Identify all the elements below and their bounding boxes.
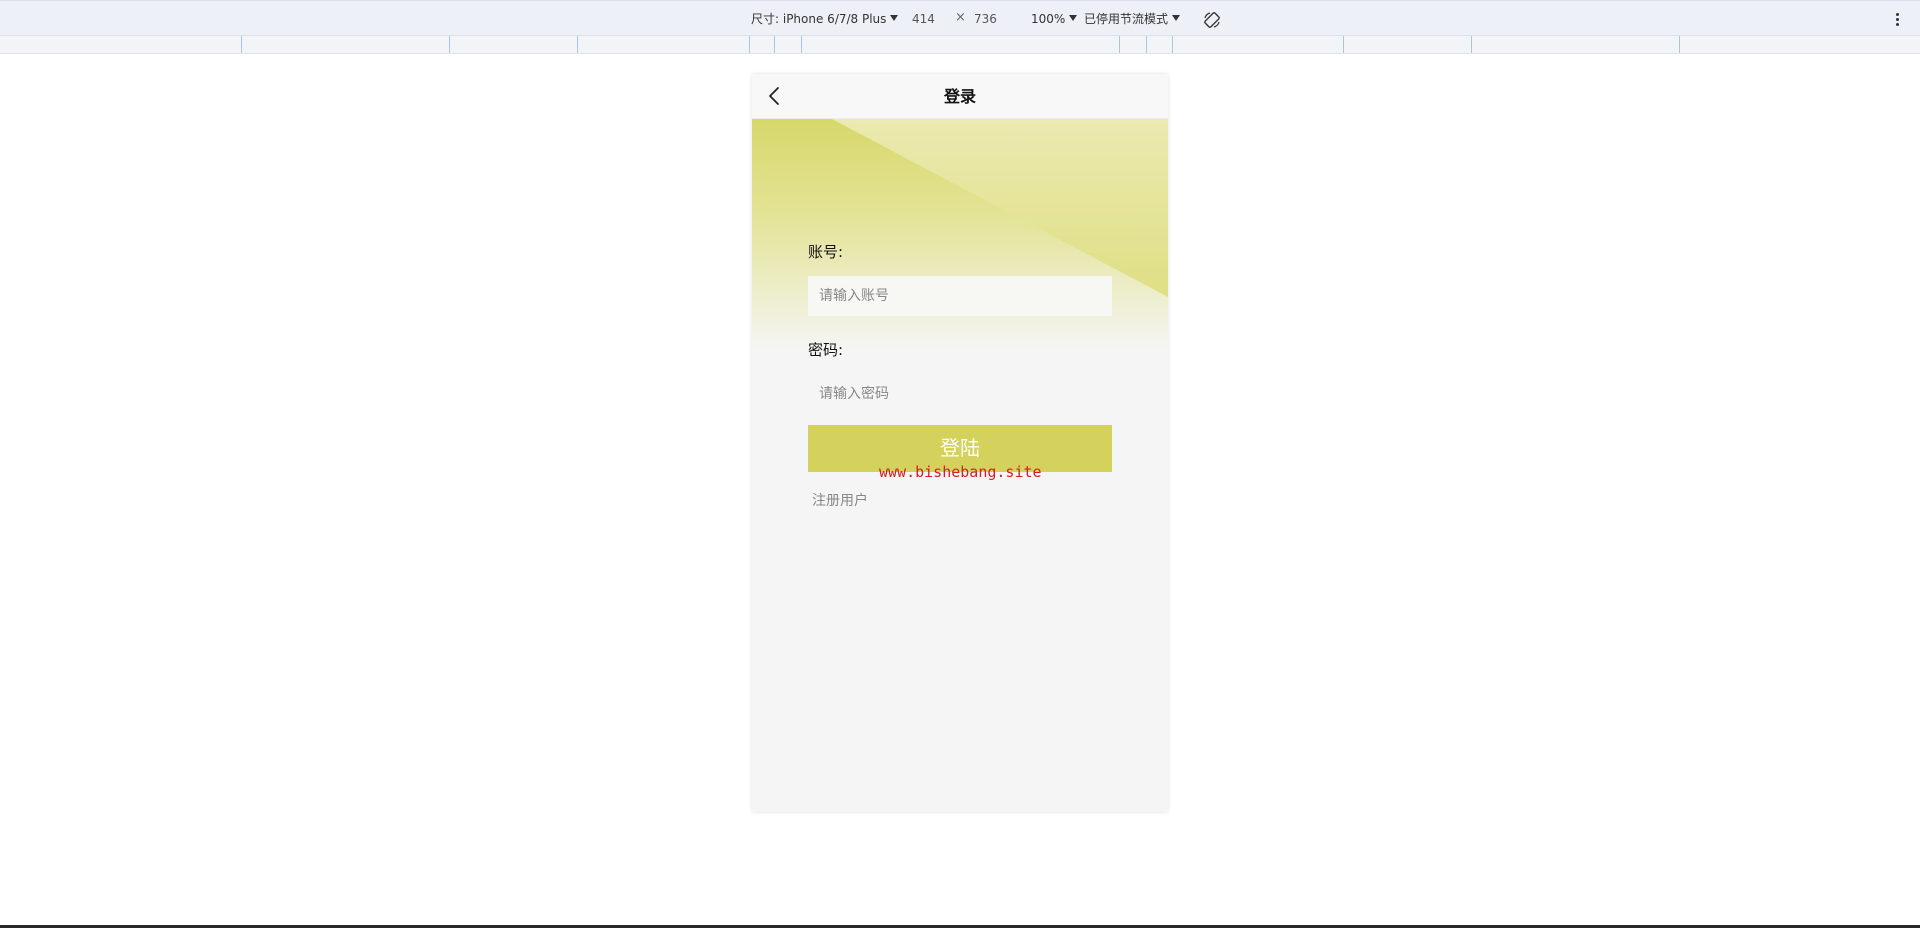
account-input[interactable] bbox=[808, 276, 1112, 316]
password-input[interactable] bbox=[808, 374, 1112, 414]
chevron-down-icon bbox=[1069, 15, 1078, 21]
rotate-icon[interactable] bbox=[1203, 11, 1221, 29]
throttle-select[interactable]: 已停用节流模式 bbox=[1084, 11, 1181, 27]
password-label: 密码: bbox=[808, 341, 844, 359]
zoom-label: 100% bbox=[1031, 12, 1066, 26]
chevron-down-icon bbox=[1172, 15, 1181, 21]
more-vertical-icon[interactable] bbox=[1896, 13, 1900, 27]
device-width-input[interactable]: 414 bbox=[912, 11, 935, 27]
device-select[interactable]: 尺寸: iPhone 6/7/8 Plus bbox=[751, 11, 899, 27]
chevron-down-icon bbox=[890, 15, 899, 21]
account-label: 账号: bbox=[808, 243, 844, 261]
device-height-input[interactable]: 736 bbox=[974, 11, 997, 27]
phone-viewport: 登录 账号: 密码: 登陆 www.bishebang.site 注册用户 bbox=[752, 74, 1168, 812]
navbar: 登录 bbox=[752, 74, 1168, 119]
throttle-label: 已停用节流模式 bbox=[1084, 12, 1169, 26]
watermark-text: www.bishebang.site bbox=[879, 463, 1042, 481]
device-label: 尺寸: iPhone 6/7/8 Plus bbox=[751, 12, 887, 26]
dimension-separator: × bbox=[955, 10, 966, 25]
page-title: 登录 bbox=[943, 87, 976, 106]
zoom-select[interactable]: 100% bbox=[1031, 11, 1078, 27]
device-toolbar: 尺寸: iPhone 6/7/8 Plus 414 × 736 100% 已停用… bbox=[0, 0, 1920, 36]
media-query-ruler bbox=[0, 36, 1920, 54]
register-link[interactable]: 注册用户 bbox=[812, 492, 868, 510]
